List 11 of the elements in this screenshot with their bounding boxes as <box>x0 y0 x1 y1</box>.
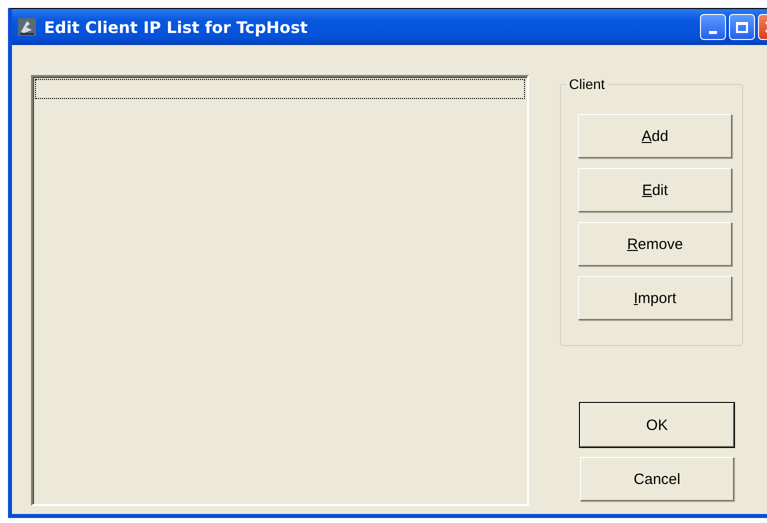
dialog-button[interactable]: OK <box>580 403 734 447</box>
dialog-button[interactable]: Cancel <box>580 457 734 501</box>
minimize-icon[interactable] <box>700 14 726 40</box>
action-button[interactable]: Add <box>578 114 732 158</box>
action-button[interactable]: Remove <box>578 222 732 266</box>
action-button[interactable]: Edit <box>578 168 732 212</box>
group-title: Client <box>566 76 608 92</box>
app-icon <box>18 18 36 36</box>
action-button[interactable]: Import <box>578 276 732 320</box>
window-title: Edit Client IP List for TcpHost <box>44 18 308 36</box>
maximize-icon[interactable] <box>729 14 755 40</box>
